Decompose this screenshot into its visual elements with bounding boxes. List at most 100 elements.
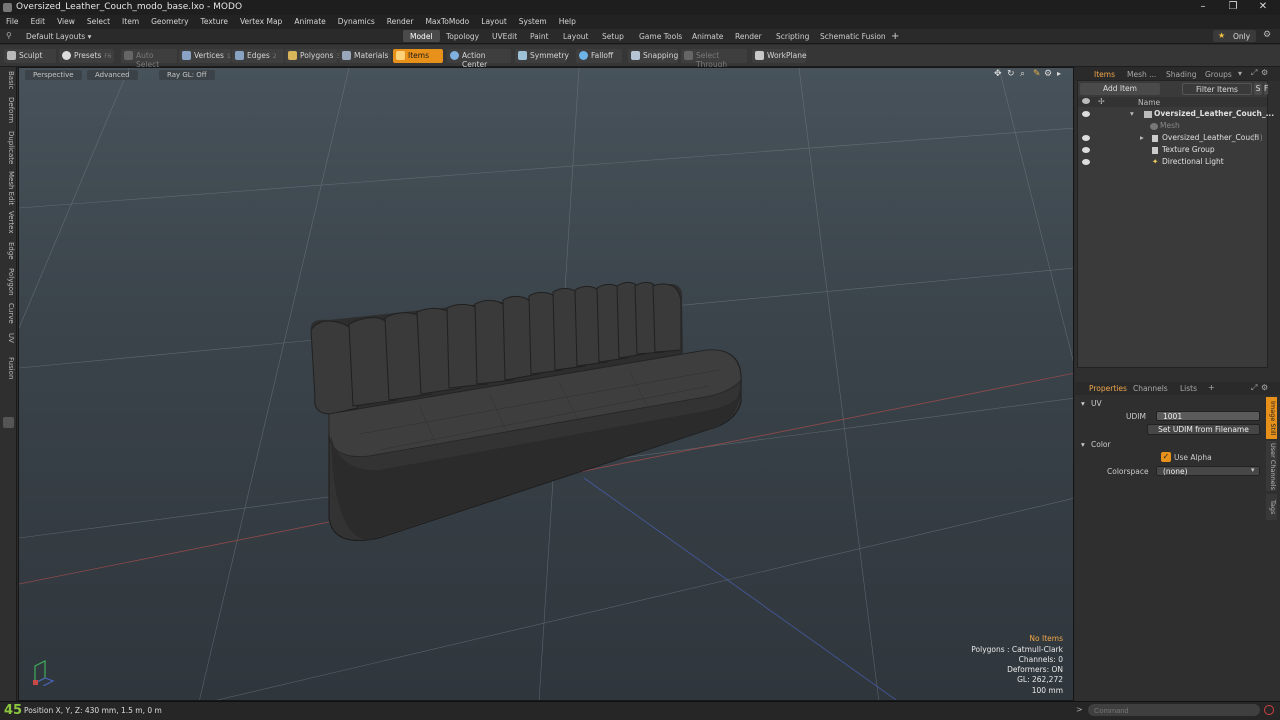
items-button[interactable]: Items (393, 49, 443, 63)
visibility-eye-icon[interactable] (1082, 135, 1090, 141)
tab-render[interactable]: Render (728, 30, 769, 42)
raygl-button[interactable]: Ray GL: Off (159, 70, 215, 80)
tab-user-channels[interactable]: User Channels (1266, 441, 1277, 491)
uv-collapse-icon[interactable]: ▾ (1081, 399, 1085, 408)
visibility-eye-icon[interactable] (1082, 111, 1090, 117)
list-item-scene[interactable]: ▾ Oversized_Leather_Couch_... (1078, 108, 1274, 120)
command-input[interactable] (1088, 704, 1260, 716)
add-item-button[interactable]: Add Item (1080, 83, 1160, 95)
menu-texture[interactable]: Texture (195, 15, 234, 29)
falloff-button[interactable]: Falloff (576, 49, 622, 63)
tab-duplicate[interactable]: Duplicate (2, 131, 15, 164)
props-expand-icon[interactable]: ⤢ (1251, 383, 1257, 393)
maximize-icon[interactable]: ❐ (1226, 1, 1240, 13)
s-button[interactable]: S (1254, 83, 1262, 95)
tab-items[interactable]: Items (1094, 70, 1115, 80)
tab-tags[interactable]: Tags (1266, 494, 1277, 520)
tab-polygon[interactable]: Polygon (2, 268, 15, 296)
strip-toggle-button[interactable] (3, 417, 14, 428)
menu-select[interactable]: Select (81, 15, 116, 29)
colorspace-select[interactable]: (none) (1156, 466, 1260, 476)
symmetry-button[interactable]: Symmetry (515, 49, 569, 63)
select-through-button[interactable]: Select Through (681, 49, 747, 69)
menu-maxtomodo[interactable]: MaxToModo (419, 15, 475, 29)
props-gear-icon[interactable]: ⚙ (1261, 383, 1268, 392)
edges-button[interactable]: Edges 2 (232, 49, 284, 63)
close-icon[interactable]: ✕ (1256, 1, 1270, 13)
tab-vertex[interactable]: Vertex (2, 211, 15, 234)
add-tab-icon[interactable]: + (1208, 383, 1215, 392)
menu-geometry[interactable]: Geometry (145, 15, 194, 29)
tab-mesh-edit[interactable]: Mesh Edit (2, 171, 15, 205)
tab-deform[interactable]: Deform (2, 97, 15, 123)
menu-system[interactable]: System (513, 15, 553, 29)
tab-curve[interactable]: Curve (2, 303, 15, 324)
viewport-3d[interactable]: Perspective Advanced Ray GL: Off ✥ ↻ ⌕ ✎… (18, 67, 1074, 701)
f-button[interactable]: F (1264, 83, 1268, 95)
action-center-button[interactable]: Action Center (447, 49, 511, 69)
tab-groups[interactable]: Groups (1205, 70, 1232, 80)
tab-animate[interactable]: Animate (685, 30, 730, 42)
zoom-view-icon[interactable]: ⌕ (1020, 69, 1025, 79)
filter-items-input[interactable]: Filter Items (1182, 83, 1252, 95)
visibility-eye-icon[interactable] (1082, 147, 1090, 153)
tab-mesh[interactable]: Mesh ... (1127, 70, 1156, 80)
tab-properties[interactable]: Properties (1089, 384, 1127, 394)
view-mode-button[interactable]: Perspective (25, 70, 82, 80)
menu-render[interactable]: Render (381, 15, 420, 29)
tab-uv[interactable]: UV (2, 333, 15, 343)
auto-select-button[interactable]: Auto Select (121, 49, 177, 69)
viewport-gear-icon[interactable]: ⚙ (1044, 69, 1052, 79)
record-icon[interactable] (1264, 705, 1274, 715)
only-toggle[interactable]: ★ Only (1213, 30, 1256, 42)
tab-model[interactable]: Model (403, 30, 440, 42)
menu-animate[interactable]: Animate (288, 15, 331, 29)
rotate-view-icon[interactable]: ↻ (1007, 69, 1015, 79)
gear-icon[interactable]: ⚙ (1263, 30, 1271, 40)
color-collapse-icon[interactable]: ▾ (1081, 440, 1085, 449)
tab-topology[interactable]: Topology (439, 30, 486, 42)
udim-field[interactable]: 1001 (1156, 411, 1260, 421)
tab-basic[interactable]: Basic (2, 71, 15, 90)
move-view-icon[interactable]: ✥ (994, 69, 1002, 79)
materials-button[interactable]: Materials (339, 49, 391, 63)
tab-channels[interactable]: Channels (1133, 384, 1168, 394)
panel-gear-icon[interactable]: ⚙ (1261, 68, 1268, 77)
tab-schematic-fusion[interactable]: Schematic Fusion (813, 30, 893, 42)
snapping-button[interactable]: Snapping (628, 49, 678, 63)
list-item-couch[interactable]: ▸ Oversized_Leather_Couch (3) (1078, 132, 1267, 144)
brush-view-icon[interactable]: ✎ (1033, 69, 1041, 79)
tab-paint[interactable]: Paint (523, 30, 556, 42)
tab-uvedit[interactable]: UVEdit (485, 30, 524, 42)
tab-setup[interactable]: Setup (595, 30, 631, 42)
presets-button[interactable]: Presets F6 (59, 49, 114, 63)
menu-item[interactable]: Item (116, 15, 145, 29)
expand-arrow-icon[interactable]: ▸ (1140, 132, 1144, 144)
expand-arrow-icon[interactable]: ▸ (1057, 69, 1061, 78)
add-tab-icon[interactable]: + (884, 29, 906, 42)
advanced-button[interactable]: Advanced (87, 70, 138, 80)
panel-expand-icon[interactable]: ⤢ (1251, 68, 1257, 78)
list-item-texture-group[interactable]: Texture Group (1078, 144, 1267, 156)
set-udim-button[interactable]: Set UDIM from Filename (1147, 424, 1260, 435)
use-alpha-checkbox[interactable]: ✓ (1161, 452, 1171, 462)
list-item-mesh[interactable]: Mesh (1078, 120, 1267, 132)
list-item-directional-light[interactable]: ✦ Directional Light (1078, 156, 1267, 168)
menu-view[interactable]: View (51, 15, 81, 29)
menu-dynamics[interactable]: Dynamics (332, 15, 381, 29)
tab-shading[interactable]: Shading (1166, 70, 1196, 80)
menu-vertex-map[interactable]: Vertex Map (234, 15, 288, 29)
visibility-eye-icon[interactable] (1082, 159, 1090, 165)
menu-layout[interactable]: Layout (475, 15, 513, 29)
vertices-button[interactable]: Vertices 1 (179, 49, 231, 63)
minimize-icon[interactable]: – (1196, 1, 1210, 13)
polygons-button[interactable]: Polygons3 (285, 49, 340, 63)
menu-help[interactable]: Help (553, 15, 582, 29)
menu-file[interactable]: File (0, 15, 25, 29)
tab-scripting[interactable]: Scripting (769, 30, 816, 42)
tab-menu-arrow-icon[interactable]: ▾ (1238, 69, 1242, 78)
pin-icon[interactable]: ⚲ (6, 31, 12, 40)
tab-edge[interactable]: Edge (2, 242, 15, 260)
tab-game-tools[interactable]: Game Tools (632, 30, 689, 42)
workplane-button[interactable]: WorkPlane (752, 49, 807, 63)
